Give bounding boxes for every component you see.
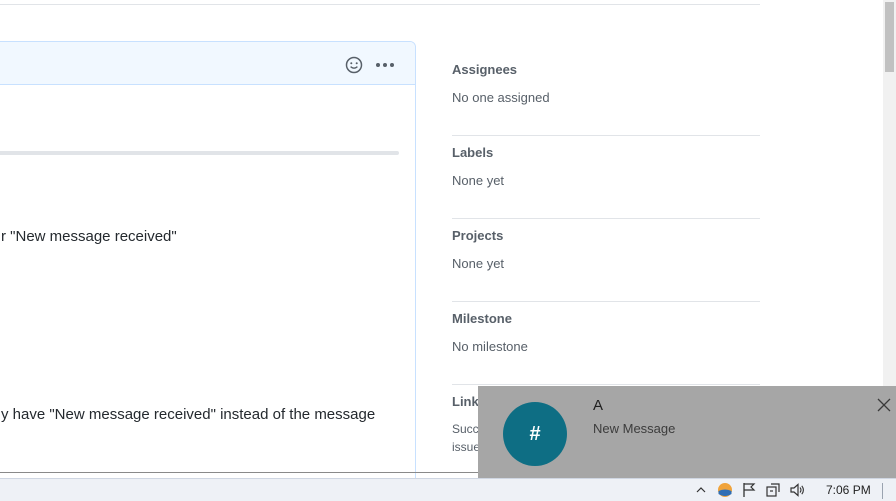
sidebar-projects: Projects None yet	[452, 218, 760, 302]
sidebar-value-assignees: No one assigned	[452, 90, 550, 105]
sidebar-heading-labels[interactable]: Labels	[452, 145, 493, 160]
top-divider	[0, 4, 760, 5]
chevron-up-icon[interactable]	[694, 481, 708, 499]
taskbar: 7:06 PM	[0, 478, 896, 501]
notification-avatar: #	[503, 402, 567, 466]
notification-body: New Message	[593, 421, 676, 436]
scrollbar-thumb[interactable]	[885, 2, 894, 72]
sidebar-milestone: Milestone No milestone	[452, 301, 760, 385]
comment-text-line: r "New message received"	[1, 228, 177, 245]
emoji-reaction-icon[interactable]	[345, 56, 363, 74]
show-desktop-divider[interactable]	[882, 483, 883, 499]
sidebar-value-labels: None yet	[452, 173, 505, 188]
flag-icon[interactable]	[740, 481, 758, 499]
notification-title: A	[593, 397, 604, 414]
close-icon[interactable]	[877, 398, 891, 412]
sidebar-heading-projects[interactable]: Projects	[452, 228, 503, 243]
notification-toast[interactable]: # A New Message	[478, 386, 896, 480]
network-icon[interactable]	[764, 481, 782, 499]
kebab-more-icon[interactable]	[375, 62, 395, 68]
weather-icon[interactable]	[716, 481, 734, 499]
comment-text-line: y have "New message received" instead of…	[1, 406, 376, 423]
volume-icon[interactable]	[788, 481, 806, 499]
sidebar-heading-assignees[interactable]: Assignees	[452, 62, 517, 77]
code-block-scrollbar[interactable]	[0, 151, 399, 155]
page: r "New message received" y have "New mes…	[0, 0, 896, 501]
sidebar-labels: Labels None yet	[452, 135, 760, 219]
issue-comment: r "New message received" y have "New mes…	[0, 41, 416, 501]
sidebar-assignees: Assignees No one assigned	[452, 52, 760, 136]
sidebar-value-milestone: No milestone	[452, 339, 528, 354]
sidebar-heading-milestone[interactable]: Milestone	[452, 311, 512, 326]
taskbar-clock[interactable]: 7:06 PM	[826, 483, 871, 497]
comment-header	[0, 42, 415, 85]
sidebar-value-projects: None yet	[452, 256, 505, 271]
